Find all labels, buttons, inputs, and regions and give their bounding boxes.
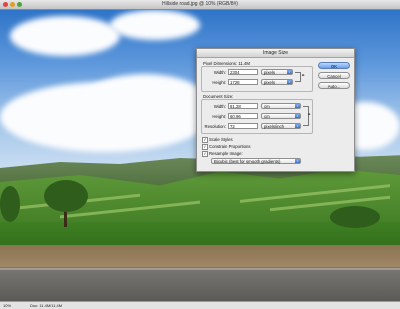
select-arrow-icon: ↕	[295, 159, 300, 163]
doc-height-unit-select[interactable]: cm ↕	[261, 113, 301, 119]
doc-height-unit: cm	[264, 114, 270, 119]
tree	[0, 186, 20, 222]
pixel-height-unit: pixels	[264, 80, 275, 85]
resample-method: Bicubic (best for smooth gradients)	[214, 159, 281, 164]
bush	[330, 206, 380, 228]
auto-button[interactable]: Auto...	[318, 82, 350, 89]
road-edge	[0, 268, 400, 270]
document-info[interactable]: Doc: 11.4M/11.4M	[30, 303, 62, 308]
chain-link-icon: ⚭	[301, 73, 306, 79]
dialog-title: Image Size	[197, 49, 354, 58]
cancel-button[interactable]: Cancel	[318, 72, 350, 79]
select-arrow-icon: ↕	[295, 104, 300, 108]
cloud	[80, 74, 210, 134]
tree	[44, 180, 88, 212]
select-arrow-icon: ↕	[295, 114, 300, 118]
resolution-unit: pixels/inch	[264, 124, 285, 129]
road	[0, 267, 400, 301]
doc-width-label: Width:	[213, 104, 226, 109]
ok-button[interactable]: OK	[318, 62, 350, 69]
resolution-label: Resolution:	[204, 124, 227, 129]
doc-height-label: Height:	[212, 114, 226, 119]
select-arrow-icon: ↕	[295, 124, 300, 128]
select-arrow-icon: ↕	[287, 80, 292, 84]
pixel-width-unit-select[interactable]: pixels ↕	[261, 69, 293, 75]
doc-height-input[interactable]: 60.96	[228, 113, 258, 119]
resolution-input[interactable]: 72	[228, 123, 258, 129]
resample-image-checkbox[interactable]: ✓	[202, 151, 208, 157]
doc-width-unit-select[interactable]: cm ↕	[261, 103, 301, 109]
scale-styles-checkbox[interactable]: ✓	[202, 137, 208, 143]
scale-styles-label: Scale Styles	[209, 137, 233, 142]
photoshop-window: Hillside road.jpg @ 10% (RGB/8#) 10% Doc…	[0, 0, 400, 309]
window-titlebar: Hillside road.jpg @ 10% (RGB/8#)	[0, 0, 400, 10]
select-arrow-icon: ↕	[287, 70, 292, 74]
zoom-level[interactable]: 10%	[3, 303, 11, 308]
image-size-dialog: Image Size Pixel Dimensions: 11.4M Width…	[196, 48, 355, 172]
chain-link-icon: ⚭	[307, 112, 312, 118]
pixel-width-label: Width:	[213, 70, 226, 75]
dirt-shoulder	[0, 245, 400, 267]
window-title: Hillside road.jpg @ 10% (RGB/8#)	[162, 1, 238, 7]
resolution-unit-select[interactable]: pixels/inch ↕	[261, 123, 301, 129]
resample-image-label: Resample Image:	[209, 151, 243, 156]
resample-method-select[interactable]: Bicubic (best for smooth gradients) ↕	[211, 158, 301, 164]
doc-width-unit: cm	[264, 104, 270, 109]
status-bar: 10% Doc: 11.4M/11.4M	[0, 301, 400, 309]
pixel-width-unit: pixels	[264, 70, 275, 75]
pixel-width-input[interactable]: 2304	[228, 69, 258, 75]
constrain-proportions-label: Constrain Proportions	[209, 144, 251, 149]
cloud	[10, 16, 120, 56]
constrain-proportions-checkbox[interactable]: ✓	[202, 144, 208, 150]
pixel-height-input[interactable]: 1728	[228, 79, 258, 85]
cloud	[110, 10, 200, 40]
pixel-height-label: Height:	[212, 80, 226, 85]
pixel-height-unit-select[interactable]: pixels ↕	[261, 79, 293, 85]
doc-width-input[interactable]: 81.28	[228, 103, 258, 109]
